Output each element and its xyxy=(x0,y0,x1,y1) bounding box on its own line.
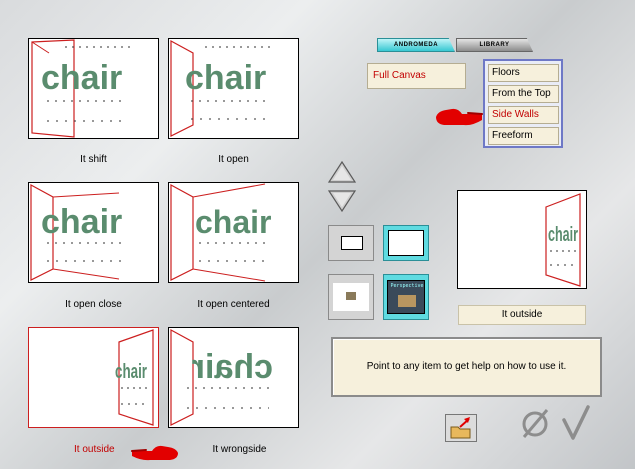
thumbnail-caption: It open xyxy=(218,154,249,165)
perspective-view-button[interactable]: Perspective xyxy=(383,274,429,320)
tab-andromeda[interactable]: ANDROMEDA xyxy=(377,38,455,52)
cancel-icon[interactable] xyxy=(518,406,552,440)
flat-view-icon xyxy=(333,283,369,311)
thumb-chair-text: chair xyxy=(115,361,147,383)
menu-item-from-the-top[interactable]: From the Top xyxy=(488,85,559,103)
thumbnail-it-outside[interactable]: chair xyxy=(28,327,159,428)
thumbnail-it-wrongside[interactable]: chair xyxy=(168,327,299,428)
tab-library[interactable]: LIBRARY xyxy=(456,38,533,52)
help-text-box: Point to any item to get help on how to … xyxy=(331,337,602,397)
full-canvas-option[interactable]: Full Canvas xyxy=(367,63,466,89)
thumbnail-it-open-centered[interactable]: chair xyxy=(168,182,299,283)
preview-panel: chair xyxy=(457,190,587,289)
preview-chair-text: chair xyxy=(548,224,578,246)
large-frame-icon xyxy=(388,230,424,256)
view-menu: Floors From the Top Side Walls Freeform xyxy=(483,59,563,148)
small-frame-button[interactable] xyxy=(328,225,374,261)
thumbnail-caption: It shift xyxy=(80,154,107,165)
flat-view-button[interactable] xyxy=(328,274,374,320)
thumbnail-caption: It open centered xyxy=(197,299,270,310)
check-icon[interactable] xyxy=(560,404,590,440)
thumbnail-it-open[interactable]: chair xyxy=(168,38,299,139)
arrow-up-icon[interactable] xyxy=(327,160,357,186)
export-button[interactable] xyxy=(445,414,477,442)
thumbnail-it-shift[interactable]: chair xyxy=(28,38,159,139)
thumb-chair-text: chair xyxy=(195,204,271,240)
small-frame-icon xyxy=(341,236,363,250)
folder-export-icon xyxy=(450,417,471,439)
perspective-label: Perspective xyxy=(390,283,424,289)
thumbnail-caption-selected: It outside xyxy=(74,444,115,455)
thumbnail-it-open-close[interactable]: chair xyxy=(28,182,159,283)
menu-item-side-walls[interactable]: Side Walls xyxy=(488,106,559,124)
pointing-hand-icon xyxy=(436,108,483,126)
perspective-view-icon: Perspective xyxy=(387,280,425,314)
preview-label: It outside xyxy=(458,305,586,325)
menu-item-floors[interactable]: Floors xyxy=(488,64,559,82)
thumb-chair-text: chair xyxy=(41,59,122,97)
thumbnail-caption: It wrongside xyxy=(212,444,267,455)
menu-item-freeform[interactable]: Freeform xyxy=(488,127,559,145)
thumbnail-caption: It open close xyxy=(65,299,122,310)
large-frame-button[interactable] xyxy=(383,225,429,261)
thumb-chair-text-mirrored: chair xyxy=(192,348,273,386)
arrow-down-icon[interactable] xyxy=(327,187,357,213)
thumb-chair-text: chair xyxy=(41,203,122,241)
thumb-chair-text: chair xyxy=(185,59,266,97)
